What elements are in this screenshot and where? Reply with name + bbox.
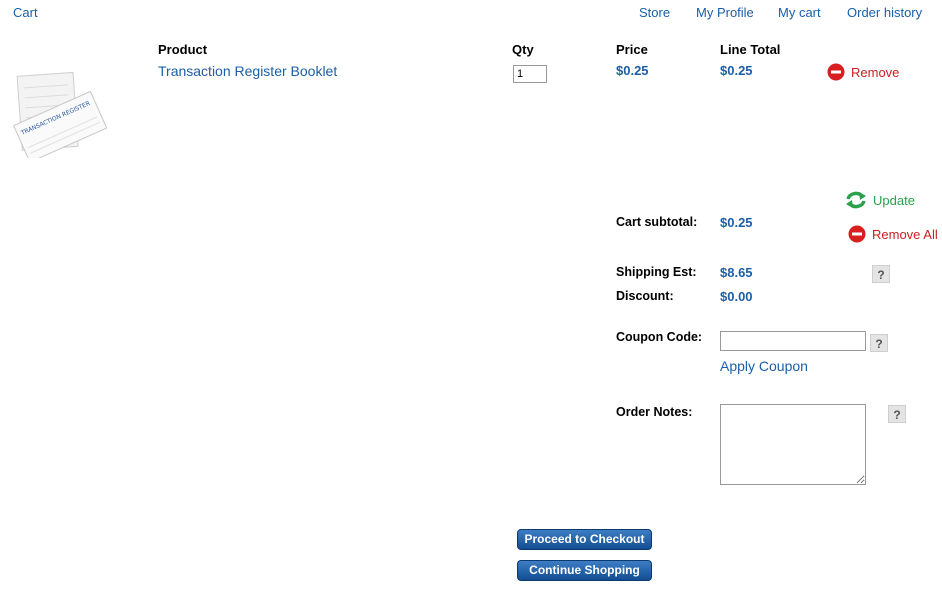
remove-all-button[interactable]: Remove All bbox=[848, 225, 938, 243]
proceed-to-checkout-button[interactable]: Proceed to Checkout bbox=[517, 529, 652, 550]
nav-link-my-cart[interactable]: My cart bbox=[778, 5, 821, 20]
shipping-value: $8.65 bbox=[720, 265, 753, 280]
refresh-icon bbox=[846, 191, 866, 209]
continue-shopping-button[interactable]: Continue Shopping bbox=[517, 560, 652, 581]
quantity-input[interactable] bbox=[513, 65, 547, 83]
update-label: Update bbox=[873, 192, 915, 208]
nav-link-store[interactable]: Store bbox=[639, 5, 670, 20]
order-notes-help-icon[interactable]: ? bbox=[888, 405, 906, 423]
update-cart-button[interactable]: Update bbox=[845, 191, 915, 209]
item-price: $0.25 bbox=[616, 63, 649, 78]
order-notes-label: Order Notes: bbox=[616, 405, 693, 419]
remove-all-label: Remove All bbox=[872, 226, 938, 242]
breadcrumb-cart[interactable]: Cart bbox=[13, 5, 38, 20]
remove-label: Remove bbox=[851, 64, 900, 80]
shipping-help-icon[interactable]: ? bbox=[872, 265, 890, 283]
cart-subtotal-label: Cart subtotal: bbox=[616, 215, 698, 229]
coupon-label: Coupon Code: bbox=[616, 330, 703, 344]
header-product: Product bbox=[158, 42, 208, 57]
cart-subtotal-value: $0.25 bbox=[720, 215, 753, 230]
discount-value: $0.00 bbox=[720, 289, 753, 304]
remove-all-icon bbox=[848, 225, 866, 243]
coupon-help-icon[interactable]: ? bbox=[870, 334, 888, 352]
order-notes-textarea[interactable] bbox=[720, 404, 866, 485]
item-line-total: $0.25 bbox=[720, 63, 753, 78]
shipping-label: Shipping Est: bbox=[616, 265, 697, 279]
remove-icon bbox=[827, 63, 845, 81]
product-thumbnail[interactable]: TRANSACTION REGISTER bbox=[12, 66, 108, 163]
coupon-input[interactable] bbox=[720, 331, 866, 351]
header-qty: Qty bbox=[512, 42, 534, 57]
apply-coupon-link[interactable]: Apply Coupon bbox=[720, 358, 808, 374]
header-price: Price bbox=[616, 42, 648, 57]
nav-link-my-profile[interactable]: My Profile bbox=[696, 5, 754, 20]
product-name-link[interactable]: Transaction Register Booklet bbox=[158, 63, 337, 79]
remove-item-button[interactable]: Remove bbox=[827, 63, 899, 81]
discount-label: Discount: bbox=[616, 289, 674, 303]
nav-link-order-history[interactable]: Order history bbox=[847, 5, 922, 20]
header-line-total: Line Total bbox=[720, 42, 781, 57]
